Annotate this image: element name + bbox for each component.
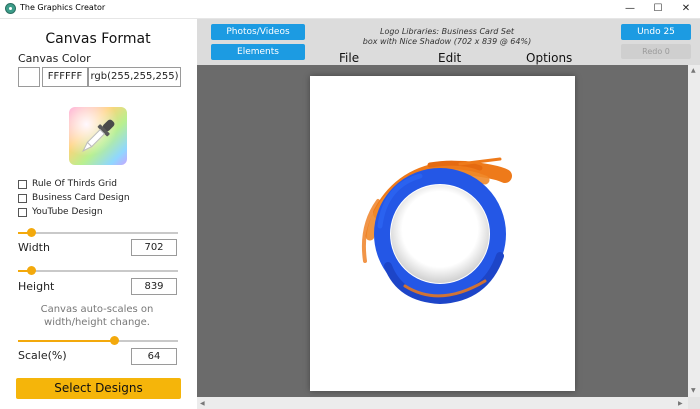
brush-circle-logo[interactable] xyxy=(310,76,575,391)
rule-of-thirds-label: Rule Of Thirds Grid xyxy=(32,179,117,189)
redo-button[interactable]: Redo 0 xyxy=(621,44,691,59)
design-subtitle: box with Nice Shadow (702 x 839 @ 64%) xyxy=(362,37,532,46)
scroll-left-icon[interactable]: ◀ xyxy=(200,400,205,407)
horizontal-scrollbar[interactable]: ◀ ▶ xyxy=(197,397,688,409)
panel-title: Canvas Format xyxy=(45,31,151,47)
photos-videos-button[interactable]: Photos/Videos xyxy=(211,24,305,40)
scale-input[interactable]: 64 xyxy=(131,348,177,365)
scroll-up-icon[interactable]: ▲ xyxy=(691,67,696,74)
menu-options[interactable]: Options xyxy=(526,51,572,65)
width-input[interactable]: 702 xyxy=(131,239,177,256)
canvas-color-label: Canvas Color xyxy=(18,52,91,65)
youtube-design-checkbox[interactable] xyxy=(18,208,27,217)
workspace-toolbar: Photos/Videos Elements Logo Libraries: B… xyxy=(197,19,700,65)
design-canvas[interactable] xyxy=(310,76,575,391)
menu-file[interactable]: File xyxy=(339,51,359,65)
maximize-button[interactable]: ☐ xyxy=(644,0,672,18)
elements-button[interactable]: Elements xyxy=(211,44,305,60)
auto-scale-note: Canvas auto-scales on width/height chang… xyxy=(40,304,154,328)
scroll-right-icon[interactable]: ▶ xyxy=(678,400,683,407)
rule-of-thirds-checkbox[interactable] xyxy=(18,180,27,189)
height-slider-thumb[interactable] xyxy=(26,266,36,275)
design-title: Logo Libraries: Business Card Set xyxy=(379,27,514,36)
height-label: Height xyxy=(18,280,55,293)
canvas-format-panel: Canvas Format Canvas Color FFFFFF rgb(25… xyxy=(0,19,196,409)
scroll-corner xyxy=(688,397,700,409)
canvas-color-swatch[interactable] xyxy=(18,67,40,87)
scale-slider[interactable] xyxy=(18,336,178,345)
window-title: The Graphics Creator xyxy=(20,3,106,12)
close-button[interactable]: ✕ xyxy=(672,0,700,18)
business-card-checkbox[interactable] xyxy=(18,194,27,203)
undo-button[interactable]: Undo 25 xyxy=(621,24,691,40)
eyedropper-icon xyxy=(82,119,115,152)
minimize-button[interactable]: — xyxy=(616,0,644,18)
height-input[interactable]: 839 xyxy=(131,278,177,295)
width-slider[interactable] xyxy=(18,228,178,237)
scale-label: Scale(%) xyxy=(18,349,67,362)
select-designs-button[interactable]: Select Designs xyxy=(16,378,181,399)
app-icon xyxy=(5,3,16,14)
hex-color-input[interactable]: FFFFFF xyxy=(42,67,88,87)
vertical-scrollbar[interactable]: ▲ ▼ xyxy=(688,65,700,397)
workspace: Photos/Videos Elements Logo Libraries: B… xyxy=(197,19,700,409)
color-picker-button[interactable] xyxy=(69,107,127,165)
scale-slider-fill xyxy=(18,340,114,342)
height-slider[interactable] xyxy=(18,266,178,275)
width-label: Width xyxy=(18,241,50,254)
menu-edit[interactable]: Edit xyxy=(438,51,461,65)
youtube-design-label: YouTube Design xyxy=(32,207,103,217)
scroll-down-icon[interactable]: ▼ xyxy=(691,387,696,394)
business-card-label: Business Card Design xyxy=(32,193,130,203)
width-slider-thumb[interactable] xyxy=(26,228,36,237)
rgb-color-input[interactable]: rgb(255,255,255) xyxy=(88,67,181,87)
window-title-bar: The Graphics Creator — ☐ ✕ xyxy=(0,0,700,19)
scale-slider-thumb[interactable] xyxy=(110,336,119,345)
